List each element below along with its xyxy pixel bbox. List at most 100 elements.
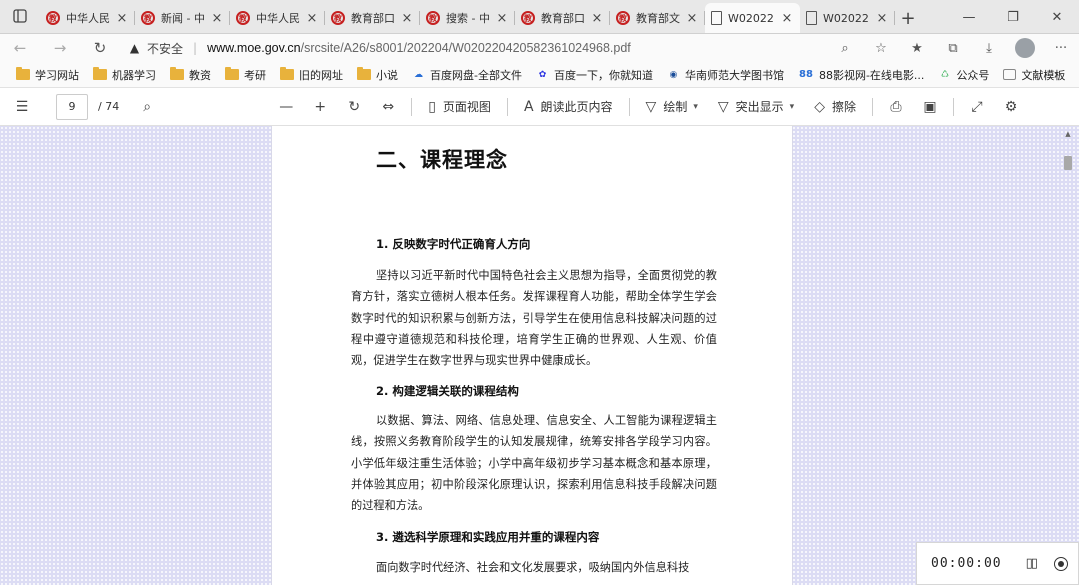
url-input[interactable]: ▲ 不安全 | www.moe.gov.cn/srcsite/A26/s8001…: [120, 35, 821, 61]
bookmark-link[interactable]: 88 88影视网-在线电影...: [798, 67, 924, 83]
restore-icon[interactable]: ❐: [991, 0, 1035, 34]
zoom-in-icon[interactable]: +: [303, 88, 337, 126]
search-icon[interactable]: ⌕: [125, 88, 169, 126]
folder-icon: [280, 67, 294, 80]
minimize-icon[interactable]: —: [947, 0, 991, 34]
chevron-down-icon[interactable]: ▾: [693, 102, 698, 112]
baidu-paw-icon: ✿: [538, 69, 547, 80]
chevron-right-icon[interactable]: ›: [1053, 67, 1059, 83]
recording-timer: 00:00:00: [931, 556, 1002, 571]
pdf-page: 二、课程理念 1. 反映数字时代正确育人方向 坚持以习近平新时代中国特色社会主义…: [271, 126, 793, 585]
tab-title: 新闻 - 中: [161, 12, 205, 25]
close-icon[interactable]: ×: [780, 11, 794, 26]
rotate-icon[interactable]: ↻: [337, 88, 371, 126]
toolbar-divider: [411, 97, 413, 116]
stop-record-icon[interactable]: [1053, 556, 1068, 571]
toolbar-divider: [628, 97, 630, 116]
section-paragraph: 以数据、算法、网络、信息处理、信息安全、人工智能为课程逻辑主线，按照义务教育阶段…: [351, 414, 717, 513]
bookmark-folder[interactable]: 小说: [357, 67, 398, 83]
avatar[interactable]: [1015, 38, 1035, 58]
security-label[interactable]: 不安全: [147, 40, 183, 57]
moe-emblem-icon: 教: [236, 11, 250, 25]
collections-icon[interactable]: ⧉: [935, 34, 971, 62]
draw-button[interactable]: ▽ 绘制 ▾: [636, 88, 708, 126]
tab-8-active[interactable]: W02022 ×: [705, 3, 800, 33]
fit-page-icon[interactable]: ⇔: [371, 88, 405, 126]
close-icon[interactable]: ×: [210, 11, 224, 26]
toolbar-divider: [506, 97, 508, 116]
close-icon[interactable]: ×: [875, 11, 889, 26]
warning-icon[interactable]: ▲: [128, 41, 141, 55]
tab-title: W02022: [823, 11, 869, 25]
more-options-icon[interactable]: ···: [1043, 34, 1079, 62]
section-title: 3. 遴选科学原理和实践应用并重的课程内容: [376, 530, 600, 544]
tab-actions-icon[interactable]: [0, 0, 40, 33]
bookmark-link[interactable]: ☁ 百度网盘-全部文件: [412, 67, 522, 83]
read-aloud-button[interactable]: A 朗读此页内容: [514, 88, 623, 126]
settings-gear-icon[interactable]: ⚙: [994, 88, 1028, 126]
favorites-icon[interactable]: ★: [899, 34, 935, 62]
fullscreen-icon[interactable]: ⤢: [960, 88, 994, 126]
tab-title: W02022: [728, 11, 774, 25]
bookmark-link[interactable]: ♺ 公众号: [938, 67, 990, 83]
bookmark-label: 学习网站: [35, 68, 79, 82]
tab-2[interactable]: 教新闻 - 中 ×: [135, 3, 230, 33]
tab-9[interactable]: W02022 ×: [800, 3, 895, 33]
88-icon: 88: [799, 69, 813, 80]
bookmark-link[interactable]: ◉ 华南师范大学图书馆: [667, 67, 784, 83]
tab-6[interactable]: 教教育部口 ×: [515, 3, 610, 33]
bookmark-folder[interactable]: 学习网站: [16, 67, 79, 83]
add-favorite-icon[interactable]: ☆: [863, 34, 899, 62]
highlight-button[interactable]: ▽ 突出显示 ▾: [708, 88, 804, 126]
chevron-down-icon[interactable]: ▾: [790, 102, 795, 112]
tab-5[interactable]: 教搜索 - 中 ×: [420, 3, 515, 33]
tab-4[interactable]: 教教育部口 ×: [325, 3, 420, 33]
folder-icon: [93, 67, 107, 80]
close-icon[interactable]: ×: [115, 11, 129, 26]
bookmark-folder[interactable]: 教资: [170, 67, 211, 83]
close-icon[interactable]: ×: [685, 11, 699, 26]
page-number-input[interactable]: 9: [56, 93, 88, 120]
bookmark-folder[interactable]: 考研: [225, 67, 266, 83]
downloads-icon[interactable]: ⤓: [971, 34, 1007, 62]
wechat-icon: ♺: [940, 69, 949, 80]
print-icon[interactable]: ⎙: [879, 88, 913, 126]
close-icon[interactable]: ×: [305, 11, 319, 26]
document-icon: [806, 11, 817, 25]
close-icon[interactable]: ×: [495, 11, 509, 26]
read-aloud-icon: A: [523, 98, 534, 115]
pause-icon[interactable]: ▯▯: [1026, 556, 1038, 571]
save-icon[interactable]: ▣: [913, 88, 947, 126]
screen-recorder-widget: 00:00:00 ▯▯: [916, 542, 1079, 585]
window-controls: — ❐ ✕: [947, 0, 1079, 34]
tab-1[interactable]: 教中华人民 ×: [40, 3, 135, 33]
toolbar-divider: [952, 97, 954, 116]
bookmark-label: 华南师范大学图书馆: [684, 68, 784, 82]
url-separator: |: [193, 41, 198, 55]
scroll-up-arrow-icon[interactable]: ▲: [1063, 130, 1073, 140]
refresh-icon[interactable]: ↻: [80, 34, 120, 62]
tab-7[interactable]: 教教育部文 ×: [610, 3, 705, 33]
zoom-out-icon[interactable]: —: [269, 88, 303, 126]
pdf-viewer[interactable]: 二、课程理念 1. 反映数字时代正确育人方向 坚持以习近平新时代中国特色社会主义…: [0, 126, 1079, 585]
close-icon[interactable]: ×: [400, 11, 414, 26]
tab-3[interactable]: 教中华人民 ×: [230, 3, 325, 33]
erase-button[interactable]: ◇ 擦除: [804, 88, 866, 126]
window-close-icon[interactable]: ✕: [1035, 0, 1079, 34]
bookmark-label: 教资: [189, 68, 211, 82]
zoom-icon[interactable]: ⌕: [827, 34, 863, 62]
close-icon[interactable]: ×: [590, 11, 604, 26]
vertical-scrollbar[interactable]: ▲: [1063, 130, 1073, 560]
table-of-contents-icon[interactable]: ☰: [0, 88, 44, 126]
bookmark-folder[interactable]: 机器学习: [93, 67, 156, 83]
scrollbar-thumb[interactable]: [1064, 156, 1072, 170]
new-tab-button[interactable]: +: [895, 3, 921, 33]
bookmark-label: 百度网盘-全部文件: [430, 68, 522, 82]
url-text[interactable]: www.moe.gov.cn/srcsite/A26/s8001/202204/…: [207, 41, 631, 55]
back-arrow-icon[interactable]: ←: [0, 34, 40, 62]
forward-arrow-icon[interactable]: →: [40, 34, 80, 62]
bookmark-folder[interactable]: 旧的网址: [280, 67, 343, 83]
bookmark-link[interactable]: ✿ 百度一下，你就知道: [536, 67, 653, 83]
page-view-button[interactable]: ▯ 页面视图: [418, 88, 501, 126]
highlight-icon: ▽: [717, 98, 729, 115]
